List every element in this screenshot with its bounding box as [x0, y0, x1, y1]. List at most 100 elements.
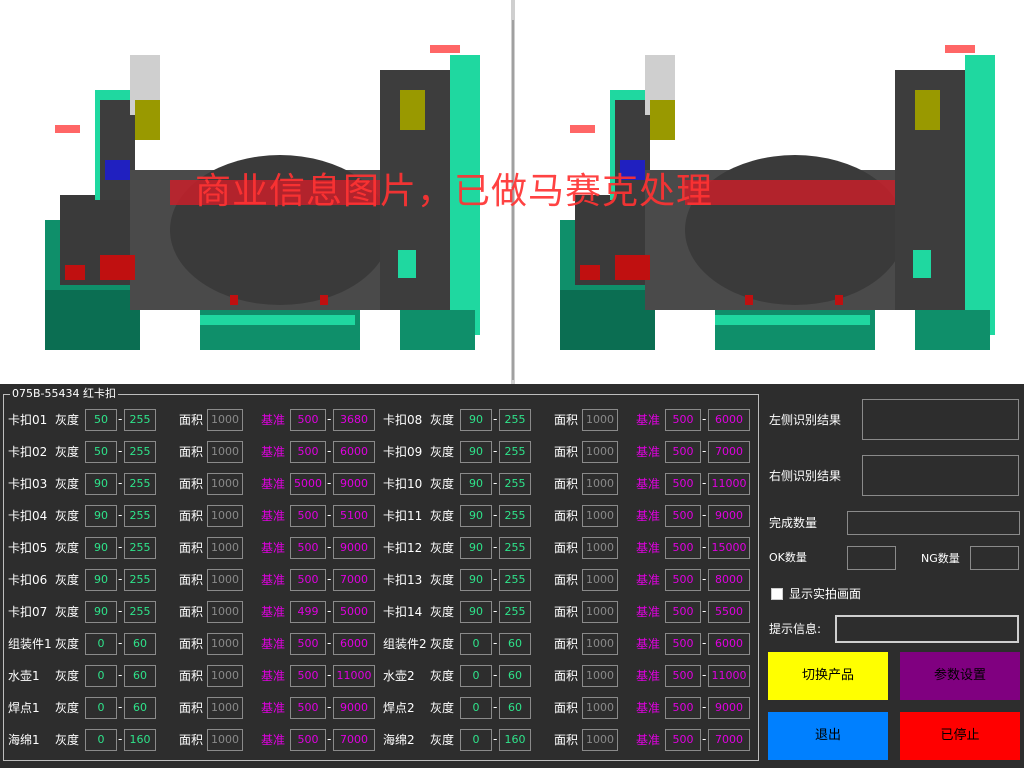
- gray-min-input[interactable]: 90: [85, 601, 117, 623]
- gray-max-input[interactable]: 255: [499, 505, 531, 527]
- gray-min-input[interactable]: 0: [85, 633, 117, 655]
- base-min-input[interactable]: 5000: [290, 473, 326, 495]
- base-min-input[interactable]: 500: [665, 633, 701, 655]
- base-min-input[interactable]: 500: [290, 569, 326, 591]
- base-max-input[interactable]: 6000: [708, 633, 750, 655]
- gray-min-input[interactable]: 90: [460, 537, 492, 559]
- base-min-input[interactable]: 500: [665, 729, 701, 751]
- base-min-input[interactable]: 500: [290, 537, 326, 559]
- base-max-input[interactable]: 15000: [708, 537, 750, 559]
- gray-min-input[interactable]: 90: [85, 473, 117, 495]
- gray-min-input[interactable]: 90: [460, 441, 492, 463]
- gray-max-input[interactable]: 255: [499, 409, 531, 431]
- show-live-checkbox[interactable]: [771, 588, 783, 600]
- parameter-settings-button[interactable]: 参数设置: [900, 652, 1020, 700]
- gray-max-input[interactable]: 60: [499, 665, 531, 687]
- area-input[interactable]: 1000: [207, 409, 243, 431]
- area-input[interactable]: 1000: [582, 633, 618, 655]
- gray-max-input[interactable]: 255: [499, 473, 531, 495]
- gray-max-input[interactable]: 255: [124, 473, 156, 495]
- area-input[interactable]: 1000: [582, 537, 618, 559]
- stopped-button[interactable]: 已停止: [900, 712, 1020, 760]
- base-max-input[interactable]: 6000: [708, 409, 750, 431]
- base-min-input[interactable]: 500: [665, 409, 701, 431]
- gray-max-input[interactable]: 255: [499, 601, 531, 623]
- area-input[interactable]: 1000: [582, 569, 618, 591]
- area-input[interactable]: 1000: [207, 473, 243, 495]
- base-max-input[interactable]: 9000: [333, 473, 375, 495]
- gray-max-input[interactable]: 160: [124, 729, 156, 751]
- gray-max-input[interactable]: 160: [499, 729, 531, 751]
- base-min-input[interactable]: 500: [290, 633, 326, 655]
- base-min-input[interactable]: 500: [290, 441, 326, 463]
- gray-min-input[interactable]: 90: [460, 473, 492, 495]
- gray-min-input[interactable]: 90: [85, 569, 117, 591]
- base-max-input[interactable]: 7000: [333, 569, 375, 591]
- base-min-input[interactable]: 500: [290, 665, 326, 687]
- area-input[interactable]: 1000: [582, 409, 618, 431]
- area-input[interactable]: 1000: [207, 505, 243, 527]
- area-input[interactable]: 1000: [582, 665, 618, 687]
- gray-min-input[interactable]: 50: [85, 441, 117, 463]
- gray-min-input[interactable]: 90: [460, 569, 492, 591]
- gray-min-input[interactable]: 90: [460, 505, 492, 527]
- area-input[interactable]: 1000: [207, 441, 243, 463]
- area-input[interactable]: 1000: [207, 697, 243, 719]
- area-input[interactable]: 1000: [582, 441, 618, 463]
- gray-max-input[interactable]: 255: [124, 409, 156, 431]
- gray-min-input[interactable]: 90: [85, 537, 117, 559]
- gray-max-input[interactable]: 255: [499, 537, 531, 559]
- base-min-input[interactable]: 500: [665, 697, 701, 719]
- gray-min-input[interactable]: 0: [460, 697, 492, 719]
- base-max-input[interactable]: 3680: [333, 409, 375, 431]
- base-max-input[interactable]: 9000: [708, 697, 750, 719]
- area-input[interactable]: 1000: [207, 665, 243, 687]
- gray-min-input[interactable]: 0: [460, 665, 492, 687]
- gray-max-input[interactable]: 255: [124, 601, 156, 623]
- gray-max-input[interactable]: 255: [499, 569, 531, 591]
- base-max-input[interactable]: 5500: [708, 601, 750, 623]
- gray-min-input[interactable]: 50: [85, 409, 117, 431]
- gray-max-input[interactable]: 60: [499, 697, 531, 719]
- base-min-input[interactable]: 500: [665, 441, 701, 463]
- base-max-input[interactable]: 9000: [333, 697, 375, 719]
- base-max-input[interactable]: 7000: [333, 729, 375, 751]
- gray-max-input[interactable]: 60: [124, 665, 156, 687]
- gray-max-input[interactable]: 60: [124, 633, 156, 655]
- gray-min-input[interactable]: 90: [85, 505, 117, 527]
- base-min-input[interactable]: 500: [665, 569, 701, 591]
- switch-product-button[interactable]: 切换产品: [768, 652, 888, 700]
- area-input[interactable]: 1000: [582, 729, 618, 751]
- base-max-input[interactable]: 7000: [708, 729, 750, 751]
- gray-max-input[interactable]: 255: [124, 537, 156, 559]
- area-input[interactable]: 1000: [207, 569, 243, 591]
- gray-max-input[interactable]: 60: [124, 697, 156, 719]
- gray-max-input[interactable]: 60: [499, 633, 531, 655]
- base-max-input[interactable]: 9000: [333, 537, 375, 559]
- gray-max-input[interactable]: 255: [124, 569, 156, 591]
- gray-min-input[interactable]: 0: [85, 665, 117, 687]
- base-max-input[interactable]: 8000: [708, 569, 750, 591]
- gray-min-input[interactable]: 0: [85, 729, 117, 751]
- base-min-input[interactable]: 500: [665, 473, 701, 495]
- base-min-input[interactable]: 499: [290, 601, 326, 623]
- exit-button[interactable]: 退出: [768, 712, 888, 760]
- base-min-input[interactable]: 500: [665, 537, 701, 559]
- base-max-input[interactable]: 9000: [708, 505, 750, 527]
- base-max-input[interactable]: 6000: [333, 633, 375, 655]
- base-min-input[interactable]: 500: [290, 729, 326, 751]
- gray-min-input[interactable]: 90: [460, 409, 492, 431]
- base-max-input[interactable]: 11000: [708, 473, 750, 495]
- base-max-input[interactable]: 11000: [333, 665, 375, 687]
- gray-max-input[interactable]: 255: [124, 441, 156, 463]
- area-input[interactable]: 1000: [207, 537, 243, 559]
- gray-max-input[interactable]: 255: [499, 441, 531, 463]
- area-input[interactable]: 1000: [582, 697, 618, 719]
- base-min-input[interactable]: 500: [665, 665, 701, 687]
- area-input[interactable]: 1000: [207, 729, 243, 751]
- area-input[interactable]: 1000: [582, 505, 618, 527]
- base-min-input[interactable]: 500: [290, 697, 326, 719]
- gray-min-input[interactable]: 0: [460, 729, 492, 751]
- area-input[interactable]: 1000: [207, 633, 243, 655]
- area-input[interactable]: 1000: [207, 601, 243, 623]
